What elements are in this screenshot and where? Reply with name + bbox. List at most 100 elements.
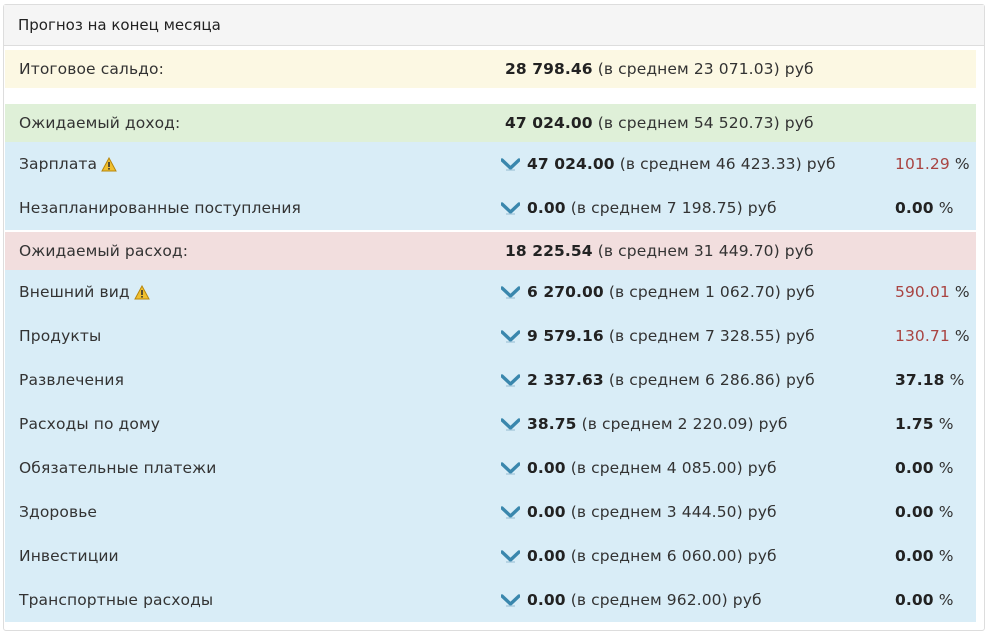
category-average: (в среднем 7 328.55) руб <box>608 327 815 345</box>
category-row: Инвестиции 0.00 (в среднем 6 060.00) руб 0… <box>5 534 976 578</box>
category-row: Расходы по дому 38.75 (в среднем 2 220.09… <box>5 402 976 446</box>
percent-unit: % <box>938 199 954 217</box>
category-label: Зарплата <box>19 155 117 173</box>
category-name: Внешний вид <box>19 283 130 301</box>
category-amount: 0.00 <box>527 459 566 477</box>
category-average: (в среднем 6 286.86) руб <box>608 371 815 389</box>
category-percent: 0.00 % <box>895 547 954 565</box>
balance-average: (в среднем 23 071.03) руб <box>597 60 814 78</box>
percent-value: 37.18 <box>895 371 945 389</box>
category-amount: 47 024.00 <box>527 155 615 173</box>
category-name: Транспортные расходы <box>19 591 214 609</box>
category-value: 0.00 (в среднем 3 444.50) руб <box>500 503 777 521</box>
warning-icon <box>101 156 117 172</box>
category-percent: 130.71 % <box>895 327 970 345</box>
category-value: 47 024.00 (в среднем 46 423.33) руб <box>500 155 836 173</box>
percent-unit: % <box>938 591 954 609</box>
income-row: Ожидаемый доход: 47 024.00 (в среднем 54… <box>5 104 976 142</box>
income-amount: 47 024.00 <box>505 114 593 132</box>
category-row: Внешний вид 6 270.00 (в среднем 1 062.70)… <box>5 270 976 314</box>
expense-row: Ожидаемый расход: 18 225.54 (в среднем 3… <box>5 232 976 270</box>
percent-unit: % <box>954 155 970 173</box>
category-average: (в среднем 962.00) руб <box>570 591 762 609</box>
category-amount: 6 270.00 <box>527 283 604 301</box>
percent-unit: % <box>954 327 970 345</box>
category-average: (в среднем 1 062.70) руб <box>608 283 815 301</box>
category-name: Зарплата <box>19 155 98 173</box>
percent-value: 0.00 <box>895 459 934 477</box>
percent-unit: % <box>938 503 954 521</box>
category-name: Продукты <box>19 327 102 345</box>
category-label: Здоровье <box>19 503 97 521</box>
chevron-down-icon[interactable] <box>500 505 521 519</box>
warning-icon <box>133 284 150 300</box>
chevron-down-icon[interactable] <box>500 593 521 607</box>
category-percent: 101.29 % <box>895 155 970 173</box>
category-percent: 0.00 % <box>895 199 954 217</box>
category-name: Здоровье <box>19 503 98 521</box>
chevron-down-icon[interactable] <box>500 461 521 475</box>
category-value: 0.00 (в среднем 6 060.00) руб <box>500 547 777 565</box>
percent-value: 101.29 <box>895 155 950 173</box>
category-percent: 0.00 % <box>895 503 954 521</box>
percent-value: 0.00 <box>895 547 934 565</box>
category-name: Обязательные платежи <box>19 459 217 477</box>
category-row: Транспортные расходы 0.00 (в среднем 962.… <box>5 578 976 622</box>
category-amount: 0.00 <box>527 199 566 217</box>
percent-value: 0.00 <box>895 503 934 521</box>
panel-title: Прогноз на конец месяца <box>4 5 984 46</box>
percent-value: 1.75 <box>895 415 934 433</box>
category-average: (в среднем 2 220.09) руб <box>581 415 788 433</box>
category-amount: 0.00 <box>527 503 566 521</box>
category-label: Транспортные расходы <box>19 591 213 609</box>
category-label: Инвестиции <box>19 547 119 565</box>
category-percent: 0.00 % <box>895 459 954 477</box>
category-amount: 2 337.63 <box>527 371 604 389</box>
balance-amount: 28 798.46 <box>505 60 593 78</box>
chevron-down-icon[interactable] <box>500 417 521 431</box>
category-average: (в среднем 4 085.00) руб <box>570 459 777 477</box>
category-average: (в среднем 46 423.33) руб <box>619 155 836 173</box>
category-value: 0.00 (в среднем 7 198.75) руб <box>500 199 777 217</box>
category-row: Здоровье 0.00 (в среднем 3 444.50) руб 0.0… <box>5 490 976 534</box>
chevron-down-icon[interactable] <box>500 549 521 563</box>
category-label: Продукты <box>19 327 101 345</box>
category-name: Развлечения <box>19 371 124 389</box>
chevron-down-icon[interactable] <box>500 157 521 171</box>
percent-value: 130.71 <box>895 327 950 345</box>
percent-value: 590.01 <box>895 283 950 301</box>
category-percent: 37.18 % <box>895 371 964 389</box>
expense-average: (в среднем 31 449.70) руб <box>597 242 814 260</box>
category-label: Расходы по дому <box>19 415 160 433</box>
expense-amount: 18 225.54 <box>505 242 593 260</box>
income-average: (в среднем 54 520.73) руб <box>597 114 814 132</box>
category-value: 0.00 (в среднем 962.00) руб <box>500 591 762 609</box>
chevron-down-icon[interactable] <box>500 373 521 387</box>
category-average: (в среднем 7 198.75) руб <box>570 199 777 217</box>
percent-unit: % <box>938 415 954 433</box>
balance-row: Итоговое сальдо: 28 798.46 (в среднем 23… <box>5 50 976 88</box>
category-label: Развлечения <box>19 371 124 389</box>
balance-value: 28 798.46 (в среднем 23 071.03) руб <box>505 60 814 78</box>
category-row: Развлечения 2 337.63 (в среднем 6 286.86)… <box>5 358 976 402</box>
category-value: 9 579.16 (в среднем 7 328.55) руб <box>500 327 815 345</box>
category-amount: 0.00 <box>527 591 566 609</box>
percent-value: 0.00 <box>895 591 934 609</box>
category-value: 2 337.63 (в среднем 6 286.86) руб <box>500 371 815 389</box>
category-percent: 590.01 % <box>895 283 970 301</box>
percent-unit: % <box>938 459 954 477</box>
chevron-down-icon[interactable] <box>500 201 521 215</box>
category-average: (в среднем 3 444.50) руб <box>570 503 777 521</box>
category-percent: 1.75 % <box>895 415 954 433</box>
category-row: Зарплата 47 024.00 (в среднем 46 423.33) … <box>5 142 976 186</box>
chevron-down-icon[interactable] <box>500 285 521 299</box>
category-value: 38.75 (в среднем 2 220.09) руб <box>500 415 788 433</box>
category-label: Незапланированные поступления <box>19 199 301 217</box>
percent-unit: % <box>949 371 965 389</box>
percent-value: 0.00 <box>895 199 934 217</box>
category-percent: 0.00 % <box>895 591 954 609</box>
chevron-down-icon[interactable] <box>500 329 521 343</box>
category-amount: 38.75 <box>527 415 577 433</box>
category-row: Незапланированные поступления 0.00 (в сре… <box>5 186 976 230</box>
category-name: Незапланированные поступления <box>19 199 301 217</box>
